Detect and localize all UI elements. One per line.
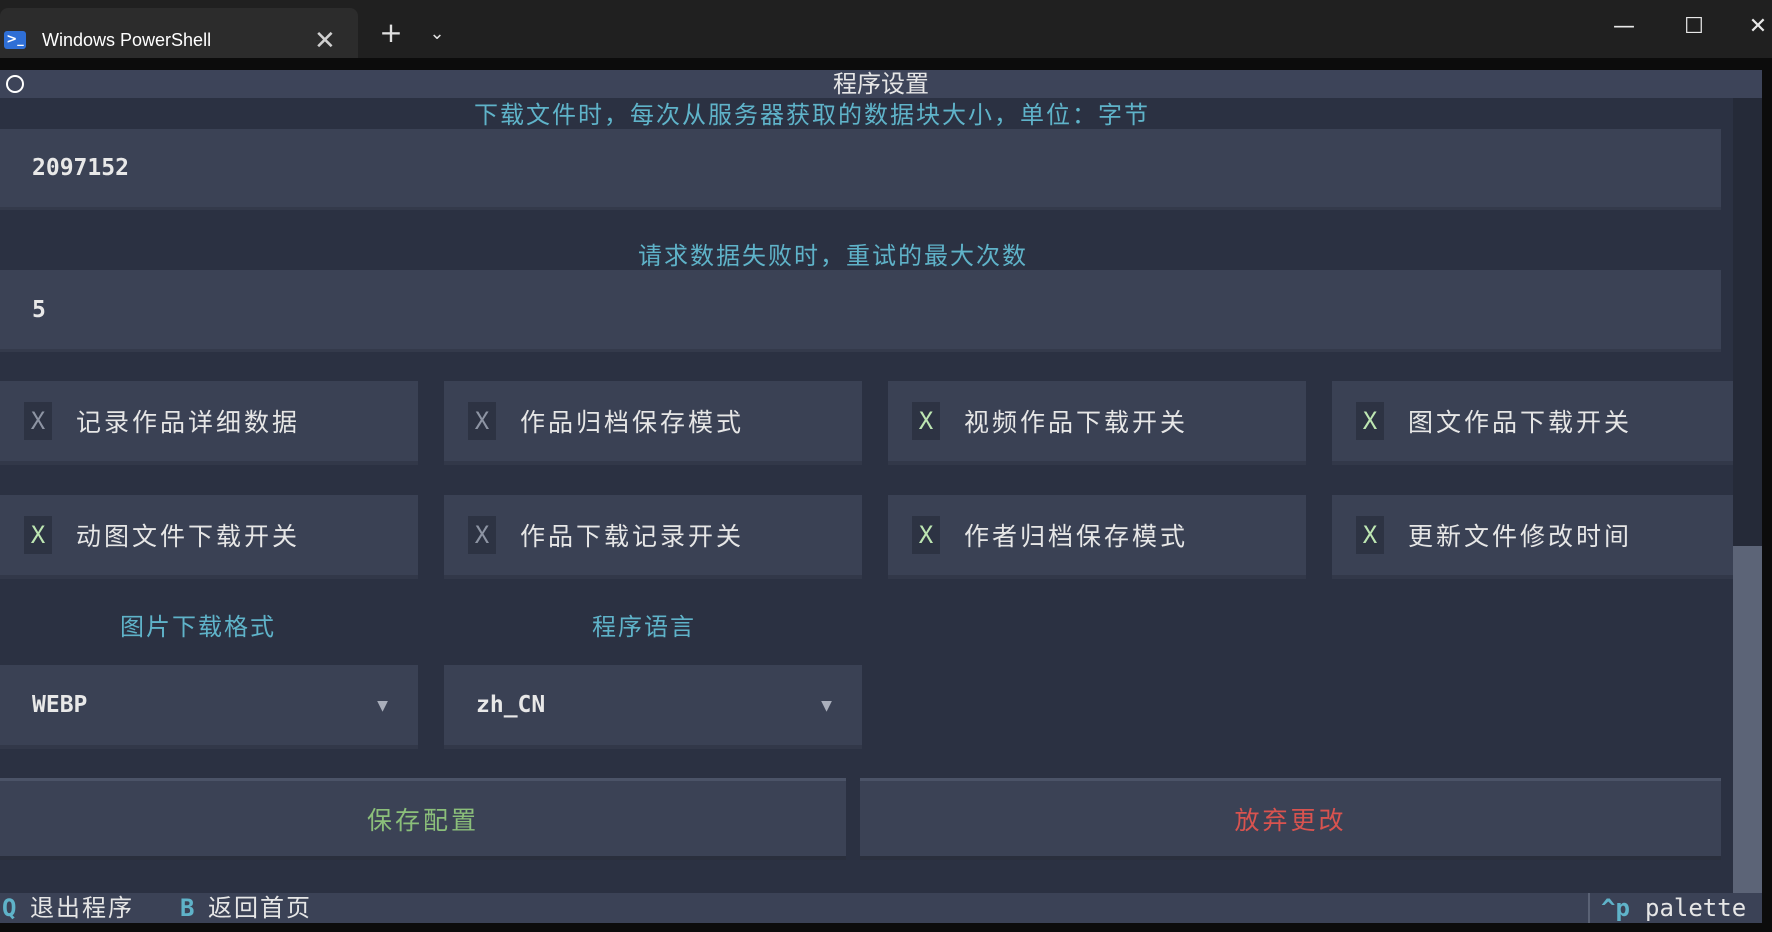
app-header: 程序设置	[0, 70, 1762, 98]
footer-bar: Q 退出程序 B 返回首页 ^p palette	[0, 893, 1762, 923]
checkbox-mark: X	[468, 402, 496, 440]
language-label: 程序语言	[592, 613, 696, 641]
checkbox-image-text-download[interactable]: X 图文作品下载开关	[1332, 381, 1733, 465]
checkbox-label: 更新文件修改时间	[1408, 522, 1633, 551]
checkbox-mark: X	[912, 516, 940, 554]
checkbox-label: 作者归档保存模式	[964, 522, 1189, 551]
checkbox-mark: X	[24, 402, 52, 440]
checkbox-gif-download[interactable]: X 动图文件下载开关	[0, 495, 418, 579]
powershell-icon: >_	[4, 31, 26, 49]
quit-key[interactable]: Q	[2, 893, 16, 923]
footer-divider	[1588, 893, 1590, 923]
max-retry-label: 请求数据失败时，重试的最大次数	[638, 242, 1028, 270]
checkbox-author-archive-mode[interactable]: X 作者归档保存模式	[888, 495, 1306, 579]
save-config-button[interactable]: 保存配置	[0, 778, 846, 860]
checkbox-update-file-time[interactable]: X 更新文件修改时间	[1332, 495, 1733, 579]
checkbox-label: 视频作品下载开关	[964, 408, 1189, 437]
image-format-value: WEBP	[32, 692, 88, 718]
dropdown-arrow-icon: ▼	[377, 695, 388, 716]
maximize-button[interactable]: ☐	[1674, 12, 1714, 42]
checkbox-label: 记录作品详细数据	[76, 408, 301, 437]
discard-changes-button[interactable]: 放弃更改	[860, 778, 1721, 860]
close-window-button[interactable]: ✕	[1744, 12, 1772, 42]
new-tab-button[interactable]: +	[378, 18, 404, 48]
language-value: zh_CN	[476, 692, 546, 718]
checkbox-mark: X	[1356, 516, 1384, 554]
language-select[interactable]: zh_CN ▼	[444, 665, 862, 749]
back-label[interactable]: 返回首页	[208, 893, 312, 923]
checkbox-video-download[interactable]: X 视频作品下载开关	[888, 381, 1306, 465]
checkbox-record-details[interactable]: X 记录作品详细数据	[0, 381, 418, 465]
image-format-select[interactable]: WEBP ▼	[0, 665, 418, 749]
checkbox-mark: X	[468, 516, 496, 554]
checkbox-mark: X	[912, 402, 940, 440]
dropdown-arrow-icon: ▼	[821, 695, 832, 716]
page-title: 程序设置	[833, 70, 929, 98]
chevron-down-icon[interactable]: ⌄	[424, 20, 450, 48]
back-key[interactable]: B	[180, 893, 194, 923]
palette-key[interactable]: ^p	[1601, 893, 1630, 923]
max-retry-input[interactable]: 5	[0, 270, 1721, 352]
scrollbar-thumb[interactable]	[1733, 546, 1762, 894]
chunk-size-input[interactable]: 2097152	[0, 129, 1721, 210]
close-tab-icon[interactable]: ✕	[314, 24, 336, 58]
tab-title: Windows PowerShell	[42, 30, 212, 50]
checkbox-label: 图文作品下载开关	[1408, 408, 1633, 437]
chunk-size-label: 下载文件时，每次从服务器获取的数据块大小，单位：字节	[474, 101, 1150, 129]
checkbox-download-record[interactable]: X 作品下载记录开关	[444, 495, 862, 579]
checkbox-label: 作品下载记录开关	[520, 522, 745, 551]
minimize-button[interactable]: —	[1604, 12, 1644, 42]
image-format-label: 图片下载格式	[120, 613, 276, 641]
palette-label[interactable]: palette	[1645, 893, 1746, 923]
checkbox-label: 动图文件下载开关	[76, 522, 301, 551]
checkbox-label: 作品归档保存模式	[520, 408, 745, 437]
checkbox-mark: X	[24, 516, 52, 554]
quit-label[interactable]: 退出程序	[30, 893, 134, 923]
checkbox-mark: X	[1356, 402, 1384, 440]
checkbox-work-archive-mode[interactable]: X 作品归档保存模式	[444, 381, 862, 465]
